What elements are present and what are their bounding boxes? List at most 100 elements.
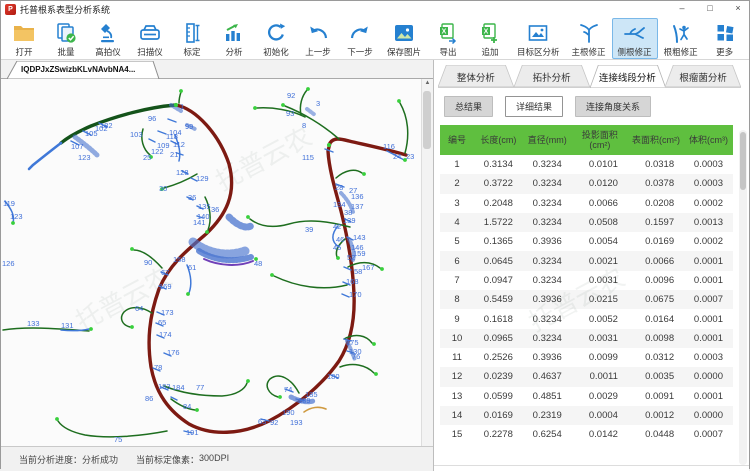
table-row[interactable]: 70.09470.32340.00310.00960.0001 — [440, 271, 733, 290]
table-scrollbar[interactable] — [739, 130, 747, 465]
table-cell: 0.3234 — [523, 217, 572, 228]
table-row[interactable]: 10.31340.32340.01010.03180.0003 — [440, 155, 733, 174]
table-cell: 0.0318 — [628, 159, 684, 170]
toolbar-button-label: 上一步 — [305, 46, 331, 58]
table-cell: 13 — [440, 391, 474, 402]
root-segment-label: 36 — [211, 205, 219, 214]
root-segment-label: 96 — [148, 114, 156, 123]
table-row[interactable]: 140.01690.23190.00040.00120.0000 — [440, 406, 733, 425]
table-cell: 9 — [440, 314, 474, 325]
table-row[interactable]: 60.06450.32340.00210.00660.0001 — [440, 251, 733, 270]
table-row[interactable]: 30.20480.32340.00660.02080.0002 — [440, 194, 733, 213]
table-scrollbar-thumb[interactable] — [740, 132, 746, 190]
table-cell: 0.0508 — [572, 217, 628, 228]
toolbar-button-export[interactable]: X导出 — [427, 18, 469, 59]
table-row[interactable]: 41.57220.32340.05080.15970.0013 — [440, 213, 733, 232]
minimize-button[interactable]: – — [675, 1, 689, 16]
table-cell: 0.0052 — [572, 314, 628, 325]
toolbar-button-batch[interactable]: 批量 — [45, 18, 87, 59]
table-cell: 0.0002 — [684, 236, 733, 247]
table-cell: 2 — [440, 178, 474, 189]
root-segment-label: 184 — [172, 383, 185, 392]
root-segment-label: 39 — [305, 225, 313, 234]
table-cell: 0.3936 — [523, 352, 572, 363]
root-segment-label: 174 — [159, 330, 172, 339]
tab-3[interactable]: 连接线段分析 — [590, 65, 666, 88]
table-cell: 0.1365 — [474, 236, 523, 247]
scroll-up-icon[interactable]: ▲ — [422, 80, 433, 86]
toolbar-button-scanner[interactable]: 扫描仪 — [129, 18, 171, 59]
root-segment-label: 75 — [114, 435, 122, 444]
root-segment-label: 107 — [71, 142, 84, 151]
table-row[interactable]: 110.25260.39360.00990.03120.0003 — [440, 348, 733, 367]
toolbar-button-main-root[interactable]: 主根修正 — [566, 18, 612, 59]
toolbar-button-root-thickness[interactable]: 根粗修正 — [658, 18, 704, 59]
tab-2[interactable]: 拓扑分析 — [514, 65, 590, 87]
toolbar-button-label: 标定 — [183, 46, 200, 58]
table-cell: 10 — [440, 333, 474, 344]
root-segment-label: 123 — [78, 153, 91, 162]
initialize-icon — [264, 20, 288, 46]
toolbar-button-label: 分析 — [225, 46, 242, 58]
toolbar-button-append[interactable]: X追加 — [469, 18, 511, 59]
result-button-2[interactable]: 详细结果 — [505, 96, 563, 117]
table-row[interactable]: 50.13650.39360.00540.01690.0002 — [440, 232, 733, 251]
table-cell: 0.0001 — [684, 391, 733, 402]
toolbar-button-doc-camera[interactable]: 高拍仪 — [87, 18, 129, 59]
scanner-icon — [138, 20, 162, 46]
table-cell: 0.0001 — [684, 275, 733, 286]
table-row[interactable]: 120.02390.46370.00110.00350.0000 — [440, 367, 733, 386]
maximize-button[interactable]: □ — [703, 1, 717, 16]
toolbar-button-label: 初始化 — [263, 46, 289, 58]
table-cell: 0.0169 — [474, 410, 523, 421]
table-cell: 0.3234 — [523, 275, 572, 286]
table-cell: 0.3234 — [523, 256, 572, 267]
more-icon — [713, 20, 737, 46]
root-segment-label: 190 — [282, 408, 295, 417]
redo-icon — [348, 20, 372, 46]
toolbar-button-folder-open[interactable]: 打开 — [3, 18, 45, 59]
toolbar-button-initialize[interactable]: 初始化 — [255, 18, 297, 59]
table-row[interactable]: 130.05990.48510.00290.00910.0001 — [440, 387, 733, 406]
result-button-1[interactable]: 总结果 — [444, 96, 493, 117]
close-button[interactable]: × — [731, 1, 745, 16]
table-cell: 0.1618 — [474, 314, 523, 325]
main-area: IQDPJxZSwizbKLvNAvbNA4... 托普云农 托普云农 — [1, 60, 749, 471]
main-root-icon — [577, 20, 601, 46]
root-segment-label: 92 — [287, 91, 295, 100]
table-row[interactable]: 90.16180.32340.00520.01640.0001 — [440, 309, 733, 328]
toolbar-button-target-area[interactable]: 目标区分析 — [511, 18, 566, 59]
toolbar-button-calibrate[interactable]: 标定 — [171, 18, 213, 59]
root-image-canvas[interactable]: 托普云农 托普云农 — [1, 79, 433, 446]
root-segment-label: 92 — [270, 418, 278, 427]
table-cell: 0.3722 — [474, 178, 523, 189]
table-row[interactable]: 80.54590.39360.02150.06750.0007 — [440, 290, 733, 309]
tab-1[interactable]: 整体分析 — [438, 65, 514, 87]
table-cell: 0.6254 — [523, 429, 572, 440]
table-cell: 0.0007 — [684, 429, 733, 440]
table-cell: 0.3234 — [523, 178, 572, 189]
root-segment-label: 128 — [176, 168, 189, 177]
left-panel-scrollbar[interactable]: ▲ — [421, 79, 433, 446]
toolbar-button-save-image[interactable]: 保存图片 — [381, 18, 427, 59]
tab-4[interactable]: 根瘤菌分析 — [665, 65, 741, 87]
root-segment-label: 48 — [254, 259, 262, 268]
table-cell: 0.3134 — [474, 159, 523, 170]
table-row[interactable]: 100.09650.32340.00310.00980.0001 — [440, 329, 733, 348]
tab-label: 整体分析 — [438, 65, 514, 84]
toolbar-button-analyze[interactable]: 分析 — [213, 18, 255, 59]
image-tab[interactable]: IQDPJxZSwizbKLvNAvbNA4... — [7, 61, 165, 79]
table-cell: 0.2526 — [474, 352, 523, 363]
toolbar-button-undo[interactable]: 上一步 — [297, 18, 339, 59]
toolbar-button-redo[interactable]: 下一步 — [339, 18, 381, 59]
toolbar-button-more[interactable]: 更多 — [704, 18, 746, 59]
toolbar-button-lateral-root[interactable]: 侧根修正 — [612, 18, 658, 59]
toolbar-button-label: 根粗修正 — [664, 46, 698, 58]
table-cell: 0.3234 — [523, 333, 572, 344]
result-button-3[interactable]: 连接角度关系 — [575, 96, 651, 117]
table-row[interactable]: 150.22780.62540.01420.04480.0007 — [440, 425, 733, 444]
left-scrollbar-thumb[interactable] — [423, 91, 431, 149]
table-row[interactable]: 20.37220.32340.01200.03780.0003 — [440, 174, 733, 193]
root-segment-label: 175 — [346, 338, 359, 347]
root-segment-label: 42 — [333, 222, 341, 231]
